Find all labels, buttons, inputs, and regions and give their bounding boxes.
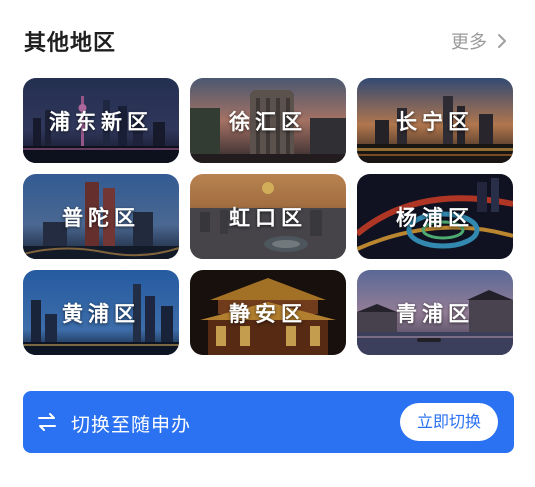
- district-label: 黄浦区: [62, 300, 140, 326]
- switch-service-text: 切换至随申办: [71, 414, 192, 436]
- district-tile-huangpu[interactable]: 黄浦区: [23, 270, 179, 355]
- district-label: 普陀区: [62, 204, 140, 230]
- district-tile-xuhui[interactable]: 徐汇区: [190, 78, 346, 163]
- district-grid: 浦东新区 徐汇区 长宁区 普陀区 虹口区 杨浦区 黄浦区 静安区 青浦区: [23, 78, 514, 356]
- district-tile-jingan[interactable]: 静安区: [190, 270, 346, 355]
- switch-now-button[interactable]: 立即切换: [400, 403, 498, 441]
- district-label: 杨浦区: [396, 204, 474, 230]
- section-header: 其他地区 更多: [0, 0, 535, 80]
- district-tile-changning[interactable]: 长宁区: [357, 78, 513, 163]
- district-tile-yangpu[interactable]: 杨浦区: [357, 174, 513, 259]
- district-label: 浦东新区: [49, 108, 153, 134]
- section-title: 其他地区: [24, 31, 117, 56]
- swap-arrows-icon: [38, 413, 56, 431]
- district-tile-qingpu[interactable]: 青浦区: [357, 270, 513, 355]
- chevron-right-icon: [498, 34, 506, 48]
- district-label: 徐汇区: [229, 108, 307, 134]
- more-link[interactable]: 更多: [451, 28, 507, 54]
- switch-service-bar[interactable]: 切换至随申办 立即切换: [23, 391, 514, 453]
- district-tile-hongkou[interactable]: 虹口区: [190, 174, 346, 259]
- more-label: 更多: [451, 32, 487, 53]
- district-label: 静安区: [229, 300, 307, 326]
- district-label: 青浦区: [396, 300, 474, 326]
- district-tile-putuo[interactable]: 普陀区: [23, 174, 179, 259]
- district-tile-pudong[interactable]: 浦东新区: [23, 78, 179, 163]
- district-label: 虹口区: [229, 204, 307, 230]
- district-label: 长宁区: [396, 108, 474, 134]
